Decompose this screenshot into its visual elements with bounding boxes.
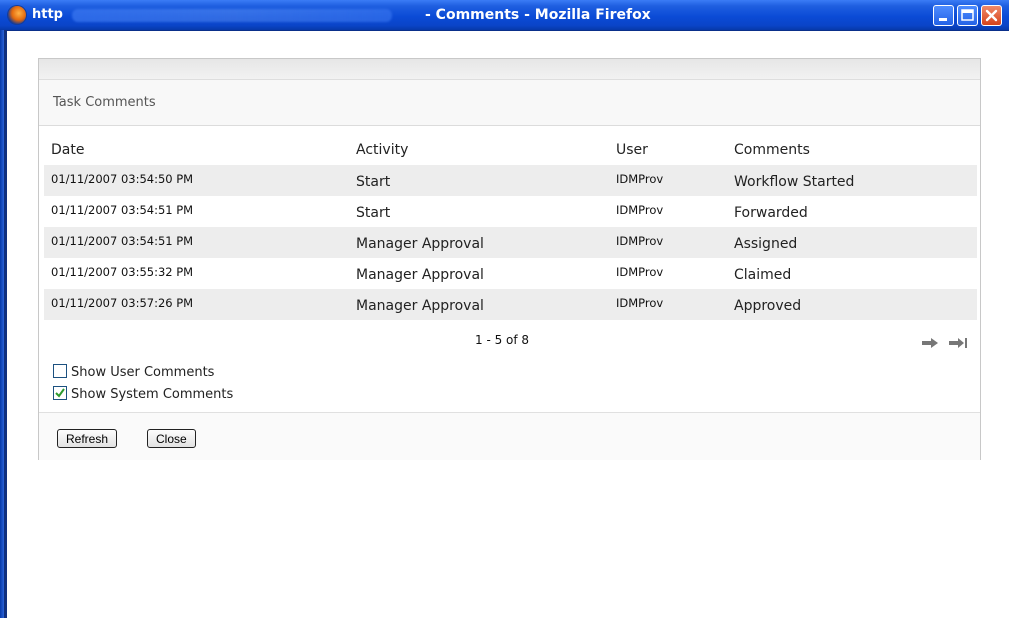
cell-activity: Manager Approval [356,267,484,283]
column-header-date[interactable]: Date [51,142,84,158]
cell-comment: Workflow Started [734,174,855,190]
pager-status: 1 - 5 of 8 [475,333,530,347]
show-system-comments-checkbox[interactable] [53,386,67,400]
close-window-button[interactable] [981,5,1002,26]
cell-comment: Forwarded [734,205,808,221]
last-page-button[interactable] [948,334,968,353]
next-page-button[interactable] [921,334,939,353]
last-page-icon [949,338,968,348]
window-titlebar[interactable]: http - Comments - Mozilla Firefox [0,0,1009,31]
minimize-icon [939,18,947,21]
table-row: 01/11/2007 03:54:51 PM Manager Approval … [44,227,977,258]
panel-footer: Refresh Close [39,412,980,460]
cell-date: 01/11/2007 03:54:50 PM [51,172,194,186]
cell-user: IDMProv [616,265,664,279]
cell-activity: Manager Approval [356,236,484,252]
cell-date: 01/11/2007 03:54:51 PM [51,234,194,248]
checkmark-icon [55,388,65,398]
redacted-url [72,9,392,22]
maximize-icon [961,9,974,21]
cell-comment: Claimed [734,267,792,283]
cell-comment: Approved [734,298,802,314]
pager-controls [917,334,968,353]
column-header-comments[interactable]: Comments [734,142,810,158]
cell-user: IDMProv [616,203,664,217]
cell-user: IDMProv [616,296,664,310]
cell-date: 01/11/2007 03:55:32 PM [51,265,194,279]
cell-date: 01/11/2007 03:54:51 PM [51,203,194,217]
minimize-button[interactable] [933,5,954,26]
table-row: 01/11/2007 03:55:32 PM Manager Approval … [44,258,977,289]
cell-activity: Start [356,205,391,221]
panel-header: Task Comments [39,80,980,126]
show-system-comments-option[interactable]: Show System Comments [53,386,233,402]
comments-panel: Task Comments Date Activity User Comment… [38,58,981,460]
panel-title: Task Comments [53,95,156,110]
column-header-user[interactable]: User [616,142,648,158]
panel-top-bar [39,59,980,80]
cell-user: IDMProv [616,234,664,248]
cell-user: IDMProv [616,172,664,186]
show-user-comments-label: Show User Comments [71,365,215,380]
table-row: 01/11/2007 03:54:51 PM Start IDMProv For… [44,196,977,227]
cell-activity: Start [356,174,391,190]
cell-date: 01/11/2007 03:57:26 PM [51,296,194,310]
show-system-comments-label: Show System Comments [71,387,234,402]
firefox-icon [8,6,26,24]
column-header-activity[interactable]: Activity [356,142,408,158]
table-header-row: Date Activity User Comments [44,133,977,165]
window-frame-shadow [4,30,7,618]
maximize-button[interactable] [957,5,978,26]
close-button[interactable]: Close [147,429,196,448]
show-user-comments-checkbox[interactable] [53,364,67,378]
window-url-fragment: http [32,7,63,22]
table-row: 01/11/2007 03:57:26 PM Manager Approval … [44,289,977,320]
window-title: - Comments - Mozilla Firefox [425,7,651,23]
close-icon [985,9,998,22]
refresh-button[interactable]: Refresh [57,429,118,448]
next-arrow-icon [922,338,938,348]
cell-comment: Assigned [734,236,798,252]
cell-activity: Manager Approval [356,298,484,314]
show-user-comments-option[interactable]: Show User Comments [53,364,214,380]
table-row: 01/11/2007 03:54:50 PM Start IDMProv Wor… [44,165,977,196]
comments-table: Date Activity User Comments 01/11/2007 0… [44,133,977,320]
